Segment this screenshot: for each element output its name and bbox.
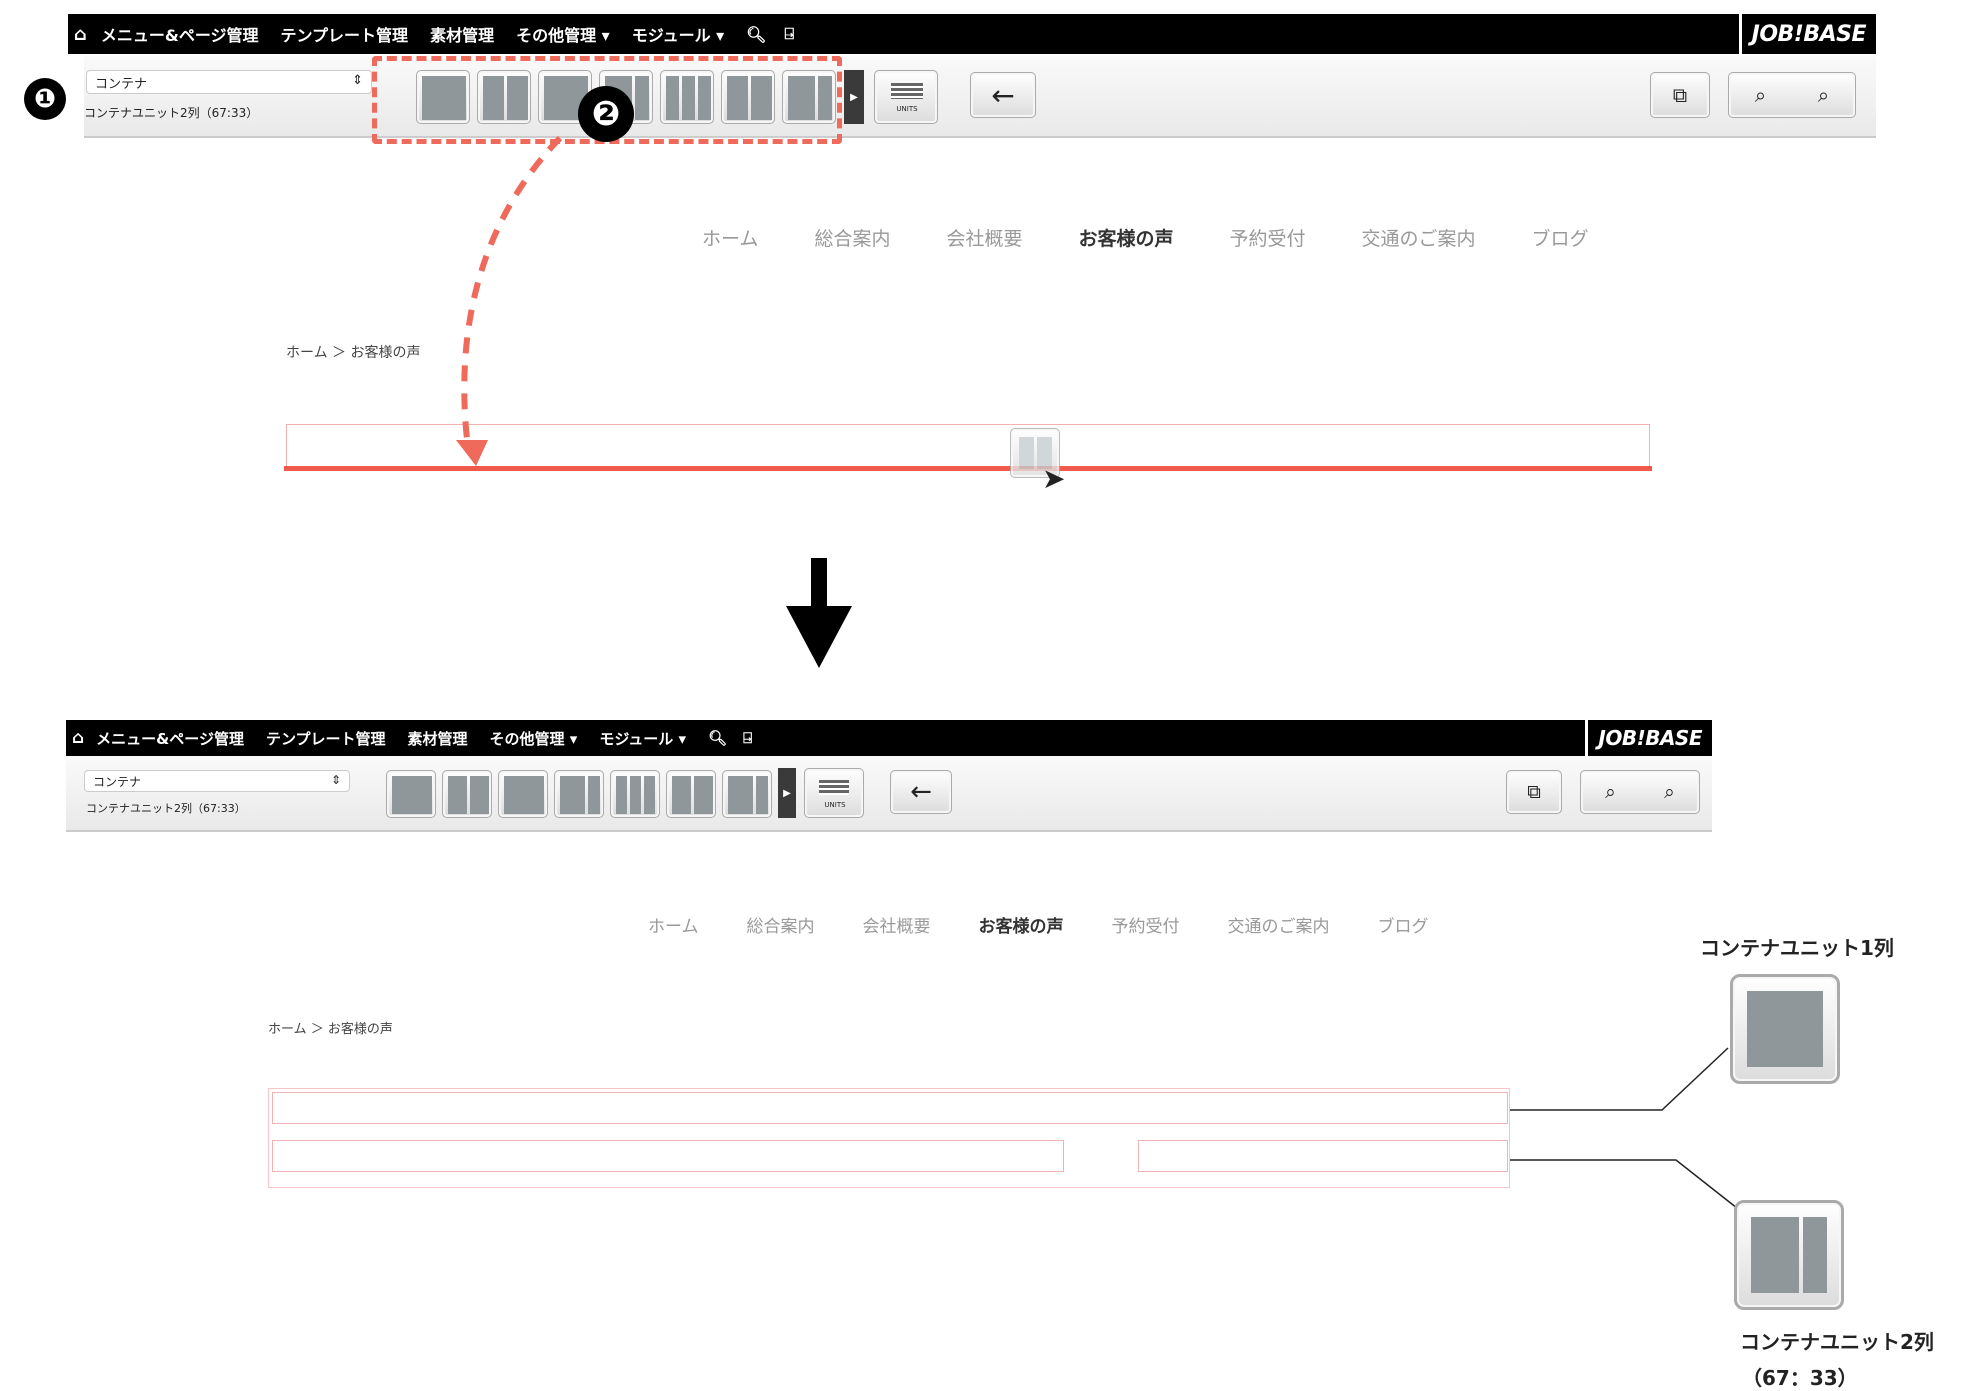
nav-blog-2[interactable]: ブログ [1378,912,1429,937]
container-select-2[interactable]: コンテナ ⇕ [84,770,350,792]
site-nav-bottom: ホーム 総合案内 会社概要 お客様の声 予約受付 交通のご案内 ブログ [648,912,1429,937]
down-arrow-shaft [811,558,827,608]
nav-company-2[interactable]: 会社概要 [863,912,931,937]
unit-column-icon [392,776,432,814]
unit-column-icon [644,776,655,814]
unit-column-icon [616,776,627,814]
unit-column-icon [470,776,489,814]
unit-column-icon [560,776,585,814]
b-unit-3col-button[interactable] [610,770,660,818]
copy-icon-2: ⧉ [1527,781,1541,803]
unit-column-icon [756,776,768,814]
unit-column-icon [504,776,544,814]
connector-line-2 [1508,1159,1743,1213]
container-unit-2col-left[interactable] [272,1140,1064,1172]
breadcrumb-bottom: ホーム ＞ お客様の声 [268,1022,393,1037]
unit-column-icon [448,776,467,814]
sp-zoom-icon-2: ⌕ [1664,781,1675,803]
b-unit-2col-50-button[interactable] [442,770,492,818]
unit-column-icon [694,776,713,814]
container-unit-2col-right[interactable] [1138,1140,1508,1172]
unit-column-icon [672,776,691,814]
back-arrow-icon-2: ← [910,777,932,807]
unit2-icon [1734,1200,1844,1310]
unit-select-value-2: コンテナユニット2列（67:33） [86,802,246,815]
scroll-right-button-2[interactable]: ▶ [778,768,796,818]
container-toolbar-2: コンテナ ⇕ コンテナユニット2列（67:33） [66,756,1712,832]
unit-column-icon [588,776,600,814]
nav-voice-2[interactable]: お客様の声 [979,912,1064,937]
unit-column-icon [728,776,753,814]
menu-item-page-2[interactable]: メニュー&ページ管理 [96,728,244,749]
chevron-down-icon-2: ⇕ [330,773,341,787]
container-unit-1col[interactable] [272,1092,1508,1124]
nav-access-2[interactable]: 交通のご案内 [1228,912,1330,937]
back-button-2[interactable]: ← [890,770,952,814]
menu-item-other-2[interactable]: その他管理 ▾ [490,728,578,749]
down-arrow-head [786,606,852,668]
b-unit-1col-b-button[interactable] [498,770,548,818]
pc-zoom-icon-2: ⌕ [1605,781,1616,803]
preview-pc-button-2[interactable]: ⌕ ⌕ [1580,770,1700,814]
width-toggle-button-2[interactable]: UNITS [804,768,864,818]
units-icon-2 [819,780,849,795]
nav-guide-2[interactable]: 総合案内 [747,912,815,937]
admin-menu-bar-2: ⌂ メニュー&ページ管理 テンプレート管理 素材管理 その他管理 ▾ モジュール… [66,720,1712,756]
drag-path-curve [461,135,563,449]
drag-path-head [456,440,488,466]
unit2-label: コンテナユニット2列 [1740,1330,1934,1354]
unit-column-icon [630,776,641,814]
logo-2: JOB!BASE [1585,720,1712,756]
exit-icon-2[interactable]: ⍈ [743,729,752,747]
unit1-label: コンテナユニット1列 [1700,936,1894,960]
nav-home-2[interactable]: ホーム [648,912,699,937]
unit2-ratio-label: （67：33） [1742,1366,1858,1390]
b-unit-2col-50b-button[interactable] [666,770,716,818]
b-unit-2col-67b-button[interactable] [722,770,772,818]
copy-button-2[interactable]: ⧉ [1506,770,1562,814]
nav-reserve-2[interactable]: 予約受付 [1112,912,1180,937]
menu-item-material-2[interactable]: 素材管理 [408,728,468,749]
search-icon-2[interactable]: 🔍︎ [708,729,727,747]
width-label-2: UNITS [824,801,846,809]
connector-line-1 [1508,1047,1729,1111]
menu-item-template-2[interactable]: テンプレート管理 [266,728,386,749]
menu-item-module-2[interactable]: モジュール ▾ [599,728,686,749]
b-unit-2col-67-button[interactable] [554,770,604,818]
unit1-icon [1730,974,1840,1084]
b-unit-1col-button[interactable] [386,770,436,818]
container-select-value-2: コンテナ [93,775,142,789]
home-icon-2[interactable]: ⌂ [72,728,84,748]
